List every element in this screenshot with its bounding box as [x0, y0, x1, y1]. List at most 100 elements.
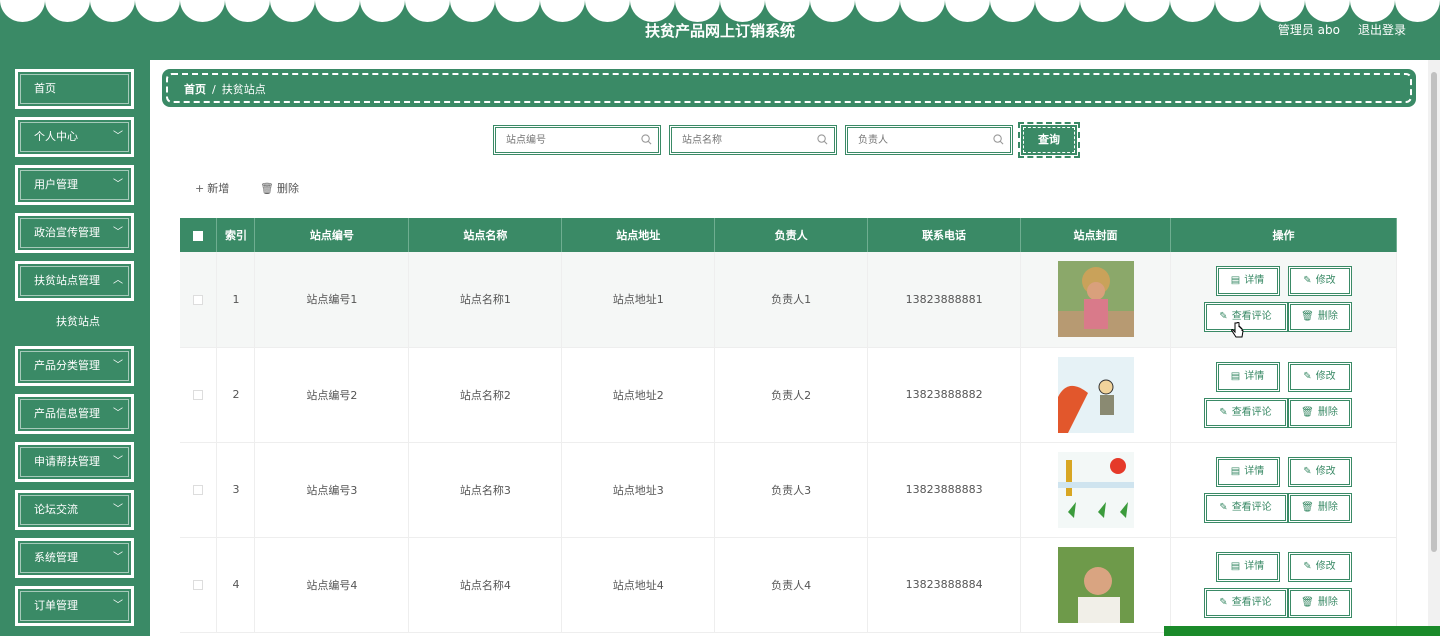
detail-button[interactable]: ▤ 详情 — [1215, 361, 1280, 392]
cell-station-address: 站点地址3 — [561, 442, 716, 538]
sidebar-item-category-management[interactable]: 产品分类管理 ﹀ — [15, 346, 134, 386]
delete-button[interactable]: 🗑 删除 — [1287, 397, 1352, 428]
select-all-checkbox[interactable] — [193, 230, 204, 241]
row-checkbox[interactable] — [193, 485, 204, 495]
cell-station-name: 站点名称2 — [408, 347, 563, 443]
scallop-shape — [270, 0, 315, 22]
sidebar-item-product-management[interactable]: 产品信息管理 ﹀ — [15, 394, 134, 434]
col-header-station-name: 站点名称 — [408, 218, 563, 252]
cell-index: 2 — [216, 347, 256, 443]
cell-station-no: 站点编号1 — [254, 252, 410, 348]
detail-button[interactable]: ▤ 详情 — [1215, 266, 1280, 297]
station-cover-image[interactable] — [1057, 261, 1134, 338]
detail-button[interactable]: ▤ 详情 — [1215, 456, 1280, 487]
edit-button[interactable]: ✎ 修改 — [1287, 456, 1352, 487]
trash-icon: 🗑 — [260, 182, 274, 195]
table-row: 1 站点编号1 站点名称1 站点地址1 负责人1 13823888881 ▤ 详情 ✎ 修改 ✎ 查看… — [180, 252, 1397, 348]
sidebar-item-system-management[interactable]: 系统管理 ﹀ — [15, 538, 134, 578]
scallop-shape — [315, 0, 360, 22]
view-comments-button[interactable]: ✎ 查看评论 — [1203, 302, 1288, 333]
sidebar-item-station-management[interactable]: 扶贫站点管理 ︿ — [15, 261, 134, 301]
delete-button[interactable]: 🗑 删除 — [1287, 492, 1352, 523]
document-icon: ▤ — [1230, 465, 1241, 477]
logout-link[interactable]: 退出登录 — [1358, 21, 1406, 38]
row-checkbox[interactable] — [193, 580, 204, 590]
cell-cover — [1020, 252, 1171, 348]
sidebar-item-aid-application[interactable]: 申请帮扶管理 ﹀ — [15, 442, 134, 482]
station-no-input[interactable] — [506, 128, 646, 152]
scallop-shape — [1170, 0, 1215, 22]
top-header: 扶贫产品网上订销系统 管理员 abo 退出登录 — [0, 0, 1440, 60]
station-cover-image[interactable] — [1057, 546, 1134, 623]
cell-station-no: 站点编号3 — [254, 442, 410, 538]
col-header-cover: 站点封面 — [1020, 218, 1171, 252]
sidebar-item-forum[interactable]: 论坛交流 ﹀ — [15, 490, 134, 530]
trash-icon: 🗑 — [1301, 311, 1314, 323]
sidebar-item-order-management[interactable]: 订单管理 ﹀ — [15, 586, 134, 626]
scallop-shape — [0, 0, 45, 22]
sidebar: 首页 个人中心 ﹀ 用户管理 ﹀ 政治宣传管理 ﹀ 扶贫站点管理 ︿ 扶贫站点 产品分类… — [0, 60, 150, 636]
row-checkbox[interactable] — [193, 390, 204, 400]
trash-icon: 🗑 — [1301, 406, 1314, 418]
row-select-cell — [180, 252, 218, 348]
cell-cover — [1020, 442, 1171, 538]
cell-manager: 负责人1 — [714, 252, 869, 348]
station-cover-image[interactable] — [1057, 356, 1134, 433]
view-comments-button[interactable]: ✎ 查看评论 — [1203, 492, 1288, 523]
sidebar-item-personal-center[interactable]: 个人中心 ﹀ — [15, 117, 134, 157]
row-checkbox[interactable] — [193, 294, 204, 305]
header-scallop-decoration — [0, 0, 1440, 22]
search-icon — [817, 134, 828, 145]
scrollbar-thumb[interactable] — [1431, 72, 1437, 552]
station-cover-image[interactable] — [1057, 451, 1134, 528]
sidebar-item-label: 个人中心 — [34, 130, 78, 143]
hand-cursor-icon — [1231, 322, 1244, 338]
sidebar-subitem-stations[interactable]: 扶贫站点 — [20, 307, 136, 337]
view-comments-button[interactable]: ✎ 查看评论 — [1203, 397, 1288, 428]
batch-delete-button[interactable]: 🗑 删除 — [260, 180, 299, 196]
cell-index: 1 — [216, 252, 256, 348]
pencil-icon: ✎ — [1219, 596, 1228, 608]
view-comments-button[interactable]: ✎ 查看评论 — [1203, 587, 1288, 618]
detail-button[interactable]: ▤ 详情 — [1215, 551, 1280, 582]
pencil-icon: ✎ — [1303, 465, 1312, 477]
sidebar-item-label: 政治宣传管理 — [34, 226, 100, 239]
pencil-icon: ✎ — [1219, 406, 1228, 418]
sidebar-item-politics-promo[interactable]: 政治宣传管理 ﹀ — [15, 213, 134, 253]
delete-button[interactable]: 🗑 删除 — [1287, 302, 1352, 333]
document-icon: ▤ — [1230, 370, 1241, 382]
chevron-down-icon: ﹀ — [113, 179, 123, 190]
document-icon: ▤ — [1230, 275, 1241, 287]
vertical-scrollbar[interactable] — [1428, 60, 1440, 636]
cell-actions: ▤ 详情 ✎ 修改 ✎ 查看评论 🗑 删除 — [1170, 442, 1397, 538]
cell-phone: 13823888882 — [867, 347, 1022, 443]
edit-button[interactable]: ✎ 修改 — [1287, 266, 1352, 297]
scallop-shape — [1395, 0, 1440, 22]
delete-button[interactable]: 🗑 删除 — [1287, 587, 1352, 618]
app-title: 扶贫产品网上订销系统 — [644, 22, 795, 40]
scallop-shape — [855, 0, 900, 22]
add-button[interactable]: + 新增 — [195, 180, 229, 196]
sidebar-item-home[interactable]: 首页 — [15, 69, 134, 109]
row-select-cell — [180, 537, 218, 633]
sidebar-item-user-management[interactable]: 用户管理 ﹀ — [15, 165, 134, 205]
station-name-search — [669, 125, 837, 155]
scallop-shape — [990, 0, 1035, 22]
breadcrumb-home[interactable]: 首页 — [184, 83, 206, 96]
edit-button[interactable]: ✎ 修改 — [1287, 551, 1352, 582]
station-name-input[interactable] — [682, 128, 822, 152]
station-table: 索引 站点编号 站点名称 站点地址 负责人 联系电话 站点封面 操作 1 站点编号… — [180, 218, 1397, 633]
edit-button[interactable]: ✎ 修改 — [1287, 361, 1352, 392]
cell-manager: 负责人2 — [714, 347, 869, 443]
add-button-label: 新增 — [207, 182, 230, 195]
scallop-shape — [765, 0, 810, 22]
station-no-search — [493, 125, 661, 155]
cell-phone: 13823888884 — [867, 537, 1022, 633]
cell-phone: 13823888883 — [867, 442, 1022, 538]
query-button[interactable]: 查询 — [1018, 122, 1080, 158]
scallop-shape — [675, 0, 720, 22]
manager-input[interactable] — [858, 128, 998, 152]
manager-search — [845, 125, 1013, 155]
pencil-icon: ✎ — [1219, 311, 1228, 323]
cell-actions: ▤ 详情 ✎ 修改 ✎ 查看评论 🗑 删除 — [1170, 252, 1397, 348]
